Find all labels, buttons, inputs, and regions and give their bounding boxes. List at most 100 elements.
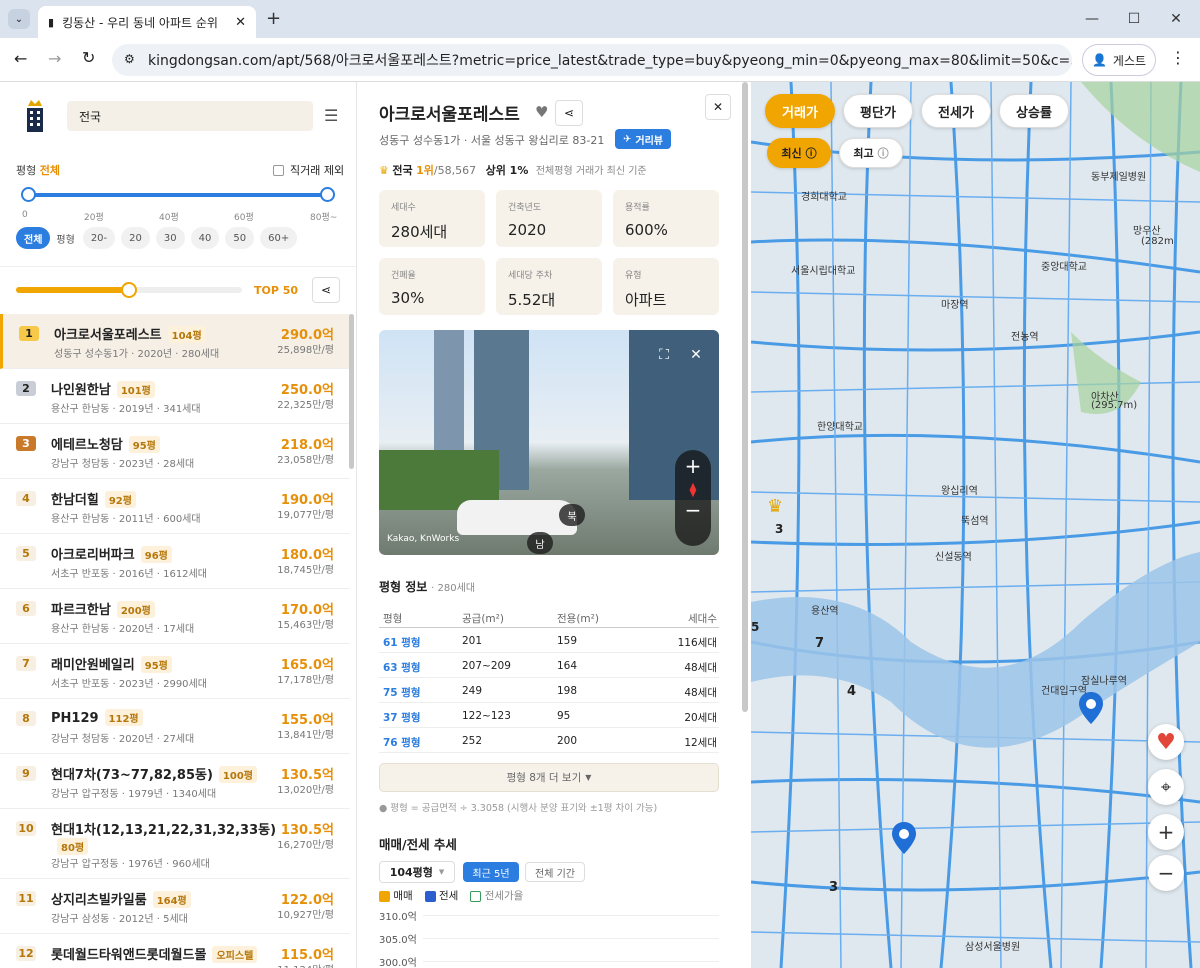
legend-trade-checkbox[interactable]: 매매 xyxy=(379,888,413,903)
map-zoom-out-button[interactable]: − xyxy=(1148,855,1184,891)
tab-search-icon[interactable]: ⌄ xyxy=(8,9,30,29)
ranking-row[interactable]: 5 아크로리버파크 96평 서초구 반포동 · 2016년 · 1612세대 180.0… xyxy=(0,534,350,589)
top-count-handle[interactable] xyxy=(121,282,137,298)
location-pin-icon[interactable] xyxy=(1079,692,1103,724)
back-icon[interactable]: ← xyxy=(14,49,27,68)
stat-label: 용적률 xyxy=(625,203,650,213)
ranking-row[interactable]: 3 에테르노청담 95평 강남구 청담동 · 2023년 · 28세대 218.0억 23… xyxy=(0,424,350,479)
browser-menu-icon[interactable]: ⋮ xyxy=(1170,48,1186,67)
chip-60-plus[interactable]: 60+ xyxy=(260,227,298,249)
cluster-count[interactable]: 5 xyxy=(751,620,759,634)
my-location-button[interactable]: ⌖ xyxy=(1148,769,1184,805)
streetview-close-icon[interactable]: ✕ xyxy=(683,342,709,368)
ranking-row[interactable]: 6 파르크한남 200평 용산구 한남동 · 2020년 · 17세대 170.0억 15… xyxy=(0,589,350,644)
period-all-button[interactable]: 전체 기간 xyxy=(525,862,585,882)
location-pin-icon[interactable] xyxy=(892,822,916,854)
ranking-row[interactable]: 11 상지리츠빌카일룸 164평 강남구 삼성동 · 2012년 · 5세대 122.0… xyxy=(0,879,350,934)
map-tab-trade-price[interactable]: 거래가 xyxy=(765,94,835,128)
detail-share-button[interactable]: ⋖ xyxy=(555,100,583,126)
detail-scrollbar[interactable] xyxy=(742,82,748,712)
north-marker[interactable]: 북 xyxy=(559,504,585,526)
apartment-name: 상지리츠빌카일룸 164평 xyxy=(51,889,191,908)
ranking-row[interactable]: 9 현대7차(73~77,82,85동) 100평 강남구 압구정동 · 1979년 … xyxy=(0,754,350,809)
forward-icon[interactable]: → xyxy=(48,49,61,68)
chip-40[interactable]: 40 xyxy=(190,227,220,249)
pyeong-link[interactable]: 75 평형 xyxy=(383,685,421,700)
ranking-row[interactable]: 2 나인원한남 101평 용산구 한남동 · 2019년 · 341세대 250.0억 2… xyxy=(0,369,350,424)
favorites-heart-button[interactable]: ♥ xyxy=(1148,724,1184,760)
site-info-icon[interactable]: ⚙ xyxy=(124,52,135,66)
table-row[interactable]: 76 평형 252 200 12세대 xyxy=(379,728,719,753)
ranking-row[interactable]: 7 래미안원베일리 95평 서초구 반포동 · 2023년 · 2990세대 165.0… xyxy=(0,644,350,699)
share-button[interactable]: ⋖ xyxy=(312,277,340,303)
apartment-name: 현대7차(73~77,82,85동) 100평 xyxy=(51,764,257,783)
rank-badge: 2 xyxy=(16,381,36,396)
cluster-count[interactable]: 3 xyxy=(829,880,838,895)
menu-icon[interactable]: ☰ xyxy=(324,106,338,125)
pyeong-link[interactable]: 63 평형 xyxy=(383,660,421,675)
more-pyeong-button[interactable]: 평형 8개 더 보기 ▼ xyxy=(379,763,719,792)
pyeong-note: ● 평형 = 공급면적 ÷ 3.3058 (시행사 분양 표기와 ±1평 차이 … xyxy=(379,803,658,814)
guest-profile-button[interactable]: 👤 게스트 xyxy=(1082,44,1156,76)
pyeong-badge: 95평 xyxy=(128,436,160,453)
chip-20-under[interactable]: 20- xyxy=(82,227,116,249)
zoom-in-icon[interactable]: + xyxy=(675,454,711,478)
pyeong-link[interactable]: 76 평형 xyxy=(383,735,421,750)
close-tab-icon[interactable]: ✕ xyxy=(235,15,246,30)
pyeong-link[interactable]: 61 평형 xyxy=(383,635,421,650)
period-recent-5y-button[interactable]: 최근 5년 xyxy=(463,862,519,882)
map-view[interactable]: 거래가 평단가 전세가 상승률 최신 ⓘ 최고 ⓘ 경희대학교 서울시립대학교 한양… xyxy=(751,82,1200,968)
chip-all[interactable]: 전체 xyxy=(16,227,51,249)
cluster-count[interactable]: 4 xyxy=(847,684,856,699)
active-tab[interactable]: ▮ 킹동산 - 우리 동네 아파트 순위 ✕ xyxy=(38,6,256,38)
table-row[interactable]: 37 평형 122~123 95 20세대 xyxy=(379,703,719,728)
table-row[interactable]: 75 평형 249 198 48세대 xyxy=(379,678,719,703)
sort-latest-button[interactable]: 최신 ⓘ xyxy=(767,138,831,168)
url-field[interactable]: ⚙ kingdongsan.com/apt/568/아크로서울포레스트?metr… xyxy=(112,44,1072,76)
reload-icon[interactable]: ↻ xyxy=(82,48,95,67)
fullscreen-icon[interactable]: ⛶ xyxy=(651,342,677,368)
trend-pyeong-select[interactable]: 104평형 ▼ xyxy=(379,861,455,883)
map-zoom-in-button[interactable]: + xyxy=(1148,814,1184,850)
pyeong-badge: 95평 xyxy=(140,656,172,673)
chip-30[interactable]: 30 xyxy=(155,227,185,249)
cluster-count[interactable]: 3 xyxy=(775,522,783,536)
rank-badge: 8 xyxy=(16,711,36,726)
close-detail-button[interactable]: ✕ xyxy=(705,94,731,120)
pyeong-range-slider[interactable] xyxy=(28,193,328,197)
map-tab-growth[interactable]: 상승률 xyxy=(999,94,1069,128)
list-scrollbar[interactable] xyxy=(349,314,354,469)
stat-card: 유형 아파트 xyxy=(613,258,719,315)
pyeong-link[interactable]: 37 평형 xyxy=(383,710,421,725)
streetview-image[interactable]: ⛶ ✕ + ⧫ − 북 남 Kakao, KnWorks xyxy=(379,330,719,555)
range-handle-min[interactable] xyxy=(21,187,36,202)
cluster-count[interactable]: 7 xyxy=(815,636,824,651)
direct-deal-exclude-checkbox[interactable]: 직거래 제외 xyxy=(273,162,344,178)
map-tab-unit-price[interactable]: 평단가 xyxy=(843,94,913,128)
legend-jeonse-checkbox[interactable]: 전세 xyxy=(424,888,458,903)
south-marker[interactable]: 남 xyxy=(527,532,553,554)
maximize-icon[interactable]: ☐ xyxy=(1120,8,1148,30)
ranking-row[interactable]: 1 아크로서울포레스트 104평 성동구 성수동1가 · 2020년 · 280세대 2… xyxy=(0,314,350,369)
ranking-row[interactable]: 4 한남더힐 92평 용산구 한남동 · 2011년 · 600세대 190.0억 19,… xyxy=(0,479,350,534)
table-row[interactable]: 61 평형 201 159 116세대 xyxy=(379,628,719,653)
sort-best-button[interactable]: 최고 ⓘ xyxy=(839,138,903,168)
compass-icon[interactable]: ⧫ xyxy=(675,482,711,498)
map-tab-jeonse[interactable]: 전세가 xyxy=(921,94,991,128)
chip-50[interactable]: 50 xyxy=(225,227,255,249)
table-row[interactable]: 63 평형 207~209 164 48세대 xyxy=(379,653,719,678)
close-window-icon[interactable]: ✕ xyxy=(1162,8,1190,30)
roadview-button[interactable]: ✈ 거리뷰 xyxy=(615,129,671,149)
ranking-row[interactable]: 8 PH129 112평 강남구 청담동 · 2020년 · 27세대 155.0억 13… xyxy=(0,699,350,754)
zoom-out-icon[interactable]: − xyxy=(675,498,711,522)
region-search-input[interactable]: 전국 xyxy=(67,101,313,131)
legend-ratio-checkbox[interactable]: 전세가율 xyxy=(470,888,523,903)
chip-20[interactable]: 20 xyxy=(121,227,150,249)
range-handle-max[interactable] xyxy=(320,187,335,202)
ranking-row[interactable]: 10 현대1차(12,13,21,22,31,32,33동)80평 강남구 압구정동… xyxy=(0,809,350,879)
new-tab-icon[interactable]: + xyxy=(266,8,281,29)
minimize-icon[interactable]: — xyxy=(1078,8,1106,30)
favorite-heart-icon[interactable]: ♥ xyxy=(535,103,548,121)
crown-marker-icon[interactable]: ♛ xyxy=(767,496,783,517)
ranking-row[interactable]: 12롯데월드타워앤드롯데월드몰오피스텔115.0억11,124만/평 xyxy=(0,934,350,968)
